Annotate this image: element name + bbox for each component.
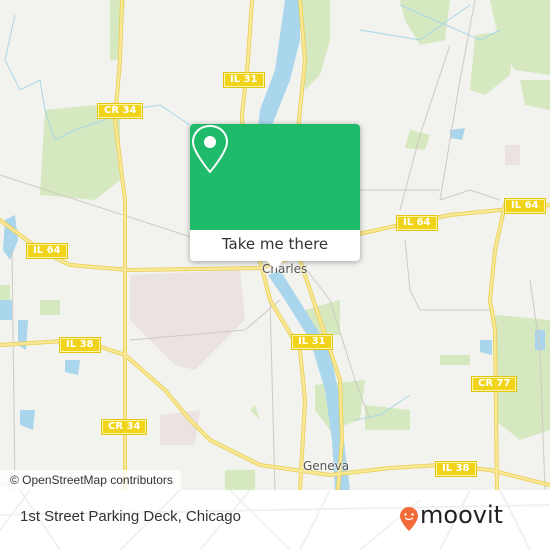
park-area bbox=[520, 80, 550, 110]
road-shield: IL 64 bbox=[26, 243, 68, 259]
lake bbox=[450, 128, 465, 140]
minor-road bbox=[404, 239, 490, 311]
urban-area bbox=[130, 270, 245, 370]
map-view[interactable]: IL 31 CR 34 IL 64 IL 64 IL 64 IL 38 IL 3… bbox=[0, 0, 550, 490]
park-area bbox=[405, 130, 430, 150]
lake bbox=[0, 300, 12, 320]
footer-bar: 1st Street Parking Deck, Chicago moovit bbox=[0, 490, 550, 550]
lake bbox=[480, 340, 492, 355]
road-shield: IL 64 bbox=[396, 215, 438, 231]
road-shield: CR 34 bbox=[96, 103, 144, 119]
park-area bbox=[470, 30, 515, 95]
lake bbox=[65, 360, 80, 375]
popup-header bbox=[190, 124, 360, 230]
minor-road bbox=[269, 299, 276, 490]
road-shield: CR 77 bbox=[470, 376, 518, 392]
lake bbox=[20, 410, 35, 430]
place-name: 1st Street Parking Deck, Chicago bbox=[20, 508, 241, 525]
map-attribution[interactable]: © OpenStreetMap contributors bbox=[0, 470, 181, 490]
city-label: Geneva bbox=[303, 459, 350, 473]
map-pin-icon bbox=[191, 124, 229, 174]
road-shield: IL 38 bbox=[59, 337, 101, 353]
minor-road bbox=[11, 249, 16, 490]
road-shield: IL 38 bbox=[435, 461, 477, 477]
park-area bbox=[365, 405, 410, 430]
park-area bbox=[250, 405, 260, 420]
park-area bbox=[440, 355, 470, 365]
urban-area bbox=[160, 410, 200, 445]
take-me-there-button[interactable]: Take me there bbox=[190, 230, 360, 261]
popup-pointer bbox=[266, 260, 284, 269]
minor-road bbox=[439, 189, 501, 201]
urban-area bbox=[505, 145, 520, 165]
park-area bbox=[225, 470, 255, 490]
park-area bbox=[40, 105, 120, 200]
location-popup: Take me there bbox=[190, 124, 360, 269]
moovit-pin-icon bbox=[400, 507, 418, 531]
road-shield: IL 31 bbox=[223, 72, 265, 88]
road-shield: IL 64 bbox=[504, 198, 546, 214]
brand-name: moovit bbox=[420, 501, 504, 529]
road-shield: CR 34 bbox=[100, 419, 148, 435]
park-area bbox=[40, 300, 60, 315]
road-shield: IL 31 bbox=[291, 334, 333, 350]
